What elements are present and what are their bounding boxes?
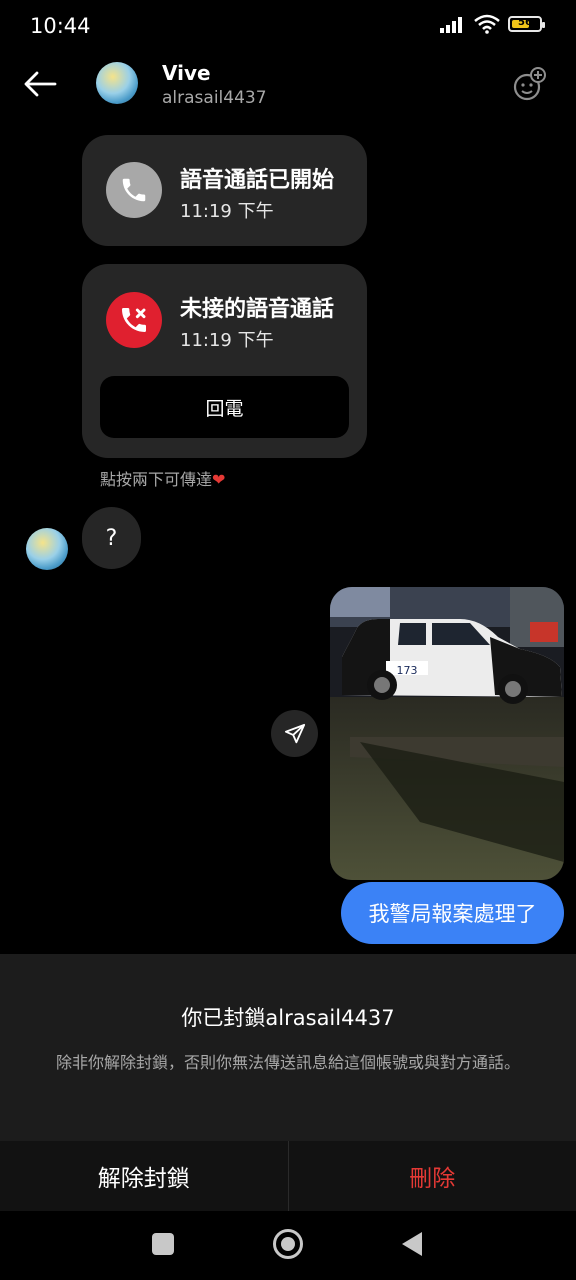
contact-avatar[interactable] [96,62,138,104]
effects-icon [513,67,546,101]
signal-icon [440,17,462,33]
battery-icon: 56 [508,16,545,32]
status-time: 10:44 [30,14,91,38]
system-nav-bar [0,1211,576,1280]
double-tap-text: 點按兩下可傳達 [100,470,213,489]
contact-name[interactable]: Vive [162,61,211,85]
sender-avatar[interactable] [26,528,68,570]
effects-button[interactable] [512,66,548,102]
blocked-description: 除非你解除封鎖，否則你無法傳送訊息給這個帳號或與對方通話。 [55,1053,520,1072]
call-back-button[interactable]: 回電 [100,376,349,438]
call-started-title: 語音通話已開始 [180,168,335,193]
double-tap-hint: 點按兩下可傳達❤ [100,466,225,490]
share-button[interactable] [271,710,318,757]
blocked-notice-panel: 你已封鎖alrasail4437 除非你解除封鎖，否則你無法傳送訊息給這個帳號或… [0,954,576,1141]
wifi-icon [474,14,500,34]
unblock-button[interactable]: 解除封鎖 [0,1141,288,1211]
send-icon [284,723,305,743]
police-car-photo: 173 [330,587,564,880]
contact-username[interactable]: alrasail4437 [162,88,267,108]
call-started-time: 11:19 下午 [180,201,274,222]
missed-call-card: 未接的語音通話 11:19 下午 回電 [82,264,367,458]
status-icons: 56 [440,14,545,34]
phone-icon [106,162,162,218]
back-button[interactable] [18,62,62,106]
block-action-bar: 解除封鎖 刪除 [0,1141,576,1211]
sent-photo[interactable]: 173 [330,587,564,880]
nav-recents-icon[interactable] [152,1233,174,1255]
missed-call-time: 11:19 下午 [180,330,274,351]
incoming-message-bubble[interactable]: ? [82,507,141,569]
back-arrow-icon [24,71,57,97]
nav-back-icon[interactable] [400,1231,424,1257]
heart-icon: ❤ [212,470,226,489]
nav-home-icon[interactable] [273,1229,303,1259]
missed-call-title: 未接的語音通話 [180,297,335,322]
battery-level: 56 [518,17,532,28]
outgoing-message-bubble[interactable]: 我警局報案處理了 [341,882,564,944]
call-started-card[interactable]: 語音通話已開始 11:19 下午 [82,135,367,246]
car-plate-number: 173 [397,664,418,677]
missed-call-icon [106,292,162,348]
delete-button[interactable]: 刪除 [289,1141,576,1211]
blocked-title: 你已封鎖alrasail4437 [181,1006,395,1030]
